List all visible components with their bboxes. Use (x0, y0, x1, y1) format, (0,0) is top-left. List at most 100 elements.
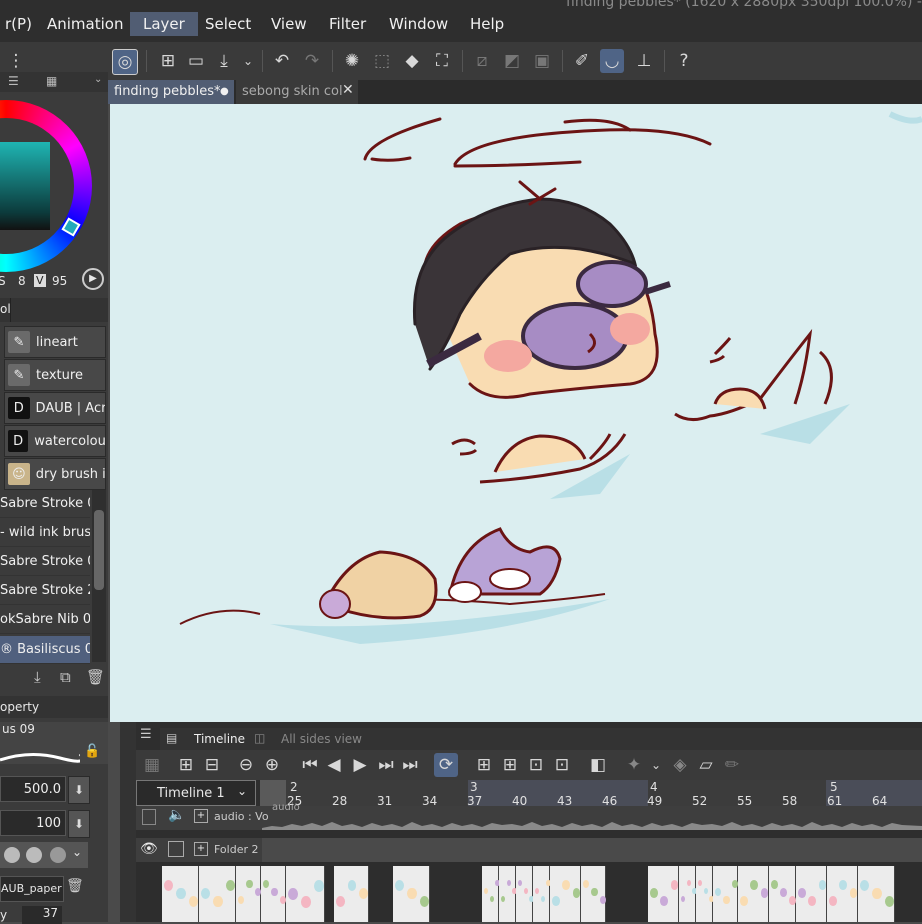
brush-item[interactable]: Sabre Stroke 2 (0, 577, 90, 605)
menu-item-help[interactable]: Help (457, 12, 517, 36)
menu-item-select[interactable]: Select (192, 12, 264, 36)
duplicate-icon[interactable]: ⧉ (60, 668, 80, 688)
menu-item-animation[interactable]: Animation (34, 12, 136, 36)
play-icon[interactable]: ▶ (348, 753, 372, 777)
cel-thumbnail[interactable] (533, 866, 551, 922)
lighttable-icon[interactable]: ▱ (694, 753, 718, 777)
undo-icon[interactable]: ↶ (270, 49, 294, 73)
zoom-out-icon[interactable]: ⊖ (234, 753, 258, 777)
tab-finding-pebbles[interactable]: finding pebbles* ● (108, 80, 234, 104)
cel-thumbnail[interactable] (713, 866, 738, 922)
tab-all-sides-view[interactable]: All sides view (281, 732, 362, 746)
help-icon[interactable]: ? (672, 49, 696, 73)
new-timeline-icon[interactable]: ⊞ (174, 753, 198, 777)
brush-item[interactable]: Sabre Stroke 06 (0, 548, 90, 576)
ruler-snap-icon[interactable]: ◡ (600, 49, 624, 73)
saturation-square[interactable] (0, 142, 50, 230)
save-icon[interactable]: ⤓ (212, 49, 236, 73)
step-forward-icon[interactable]: ⏭ (374, 753, 398, 777)
pen-icon[interactable]: ✏ (720, 753, 744, 777)
expand-icon[interactable]: + (194, 842, 208, 856)
brush-item-selected[interactable]: ® Basiliscus 09 (0, 636, 90, 664)
cel-thumbnail[interactable] (858, 866, 895, 922)
brush-item[interactable]: okSabre Nib 06 (0, 606, 90, 634)
drawing-canvas[interactable] (110, 104, 922, 722)
cel-thumbnail[interactable] (236, 866, 261, 922)
import-icon[interactable]: ⤓ (34, 668, 54, 688)
transform-icon[interactable]: ⛶ (430, 49, 454, 73)
color-mode-icon[interactable]: ☰ (8, 74, 19, 88)
chevron-down-icon[interactable]: ⌄ (644, 753, 668, 777)
link-cel-icon[interactable]: ⊡ (524, 753, 548, 777)
subtool-group-texture[interactable]: ✎ texture (4, 359, 106, 391)
cel-thumbnail[interactable] (550, 866, 581, 922)
eye-icon[interactable]: 👁 (140, 841, 158, 857)
cel-thumbnail[interactable] (648, 866, 679, 922)
speaker-icon[interactable]: 🔈 (168, 807, 185, 823)
fill-icon[interactable]: ◆ (400, 49, 424, 73)
chevron-down-icon[interactable]: ⌄ (94, 74, 102, 85)
graph-icon[interactable]: ▦ (140, 753, 164, 777)
keyframe-icon[interactable]: ◈ (668, 753, 692, 777)
special-ruler-icon[interactable]: ⊥ (632, 49, 656, 73)
tab-timeline[interactable]: Timeline (194, 732, 245, 746)
subtool-group-lineart[interactable]: ✎ lineart (4, 326, 106, 358)
timeline-select[interactable]: Timeline 1 ⌄ (136, 780, 256, 806)
size-down-icon[interactable]: ⬇ (68, 776, 90, 804)
zoom-in-icon[interactable]: ⊕ (260, 753, 284, 777)
menu-item-filter[interactable]: Filter (316, 12, 379, 36)
close-icon[interactable]: ✕ (342, 82, 354, 98)
cel-thumbnail[interactable] (679, 866, 697, 922)
trash-icon[interactable]: 🗑 (66, 878, 84, 894)
clip-studio-icon[interactable]: ◎ (112, 49, 138, 75)
cel-thumbnail[interactable] (482, 866, 500, 922)
cel-thumbnail[interactable] (581, 866, 606, 922)
loading-spinner-icon[interactable]: ✺ (340, 49, 364, 73)
texture-field[interactable]: AUB_paper (0, 876, 64, 902)
reference-cel-icon[interactable]: ⊡ (550, 753, 574, 777)
cel-thumbnail[interactable] (499, 866, 517, 922)
chevron-down-icon[interactable]: ⌄ (72, 845, 82, 859)
cel-thumbnail[interactable] (261, 866, 286, 922)
new-file-icon[interactable]: ⊞ (156, 49, 180, 73)
brush-size-field[interactable]: 500.0 (0, 776, 66, 802)
color-wheel-panel[interactable]: S 8 V 95 ▶ (0, 92, 108, 292)
brush-item[interactable]: Sabre Stroke 03 (0, 490, 90, 518)
subtool-group-daub[interactable]: D DAUB | Acr (4, 392, 106, 424)
menu-item-layer[interactable]: Layer (130, 12, 198, 36)
cel-thumbnail[interactable] (286, 866, 325, 922)
trash-icon[interactable]: 🗑 (86, 668, 106, 688)
opacity-down-icon[interactable]: ⬇ (68, 810, 90, 838)
folder-track[interactable]: 👁 + Folder 2 (136, 838, 922, 862)
audio-track[interactable]: 🔈 + audio : Vo audio (136, 802, 922, 830)
frame-ruler[interactable]: 2 3 4 5 25 28 31 34 37 40 43 46 49 52 55… (260, 780, 922, 808)
pen-snap-icon[interactable]: ✐ (570, 49, 594, 73)
menu-item-view[interactable]: View (258, 12, 320, 36)
cel-thumbnail[interactable] (769, 866, 796, 922)
brush-item[interactable]: - wild ink brush (0, 519, 90, 547)
loop-icon[interactable]: ⟳ (434, 753, 458, 777)
hide-selection-icon[interactable]: ⧄ (470, 49, 494, 73)
chevron-down-icon[interactable]: ⌄ (236, 49, 260, 73)
redo-icon[interactable]: ↷ (300, 49, 324, 73)
cel-thumbnail[interactable] (393, 866, 430, 922)
color-set-icon[interactable]: ▦ (46, 74, 57, 88)
brush-tip-shapes[interactable]: ⌄ (0, 842, 88, 868)
cel-thumbnail[interactable] (738, 866, 769, 922)
lock-icon[interactable]: 🔓 (84, 744, 100, 759)
open-folder-icon[interactable]: ▭ (184, 49, 208, 73)
cel-thumbnail[interactable] (162, 866, 199, 922)
menu-icon[interactable]: ☰ (140, 727, 152, 742)
cel-thumbnail[interactable] (199, 866, 236, 922)
play-icon[interactable]: ▶ (82, 268, 104, 290)
cel-thumbnail[interactable] (334, 866, 369, 922)
visibility-checkbox[interactable] (142, 809, 156, 825)
skip-start-icon[interactable]: ⏮ (298, 753, 322, 777)
cel-thumbnail[interactable] (827, 866, 858, 922)
subtool-group-dry-brush[interactable]: ☺ dry brush i (4, 458, 106, 490)
invert-selection-icon[interactable]: ◩ (500, 49, 524, 73)
clear-selection-icon[interactable]: ⬚ (370, 49, 394, 73)
step-back-icon[interactable]: ◀ (322, 753, 346, 777)
new-cel-icon[interactable]: ⊞ (472, 753, 496, 777)
subtool-group-watercolour[interactable]: Dwatercolour (4, 425, 106, 457)
